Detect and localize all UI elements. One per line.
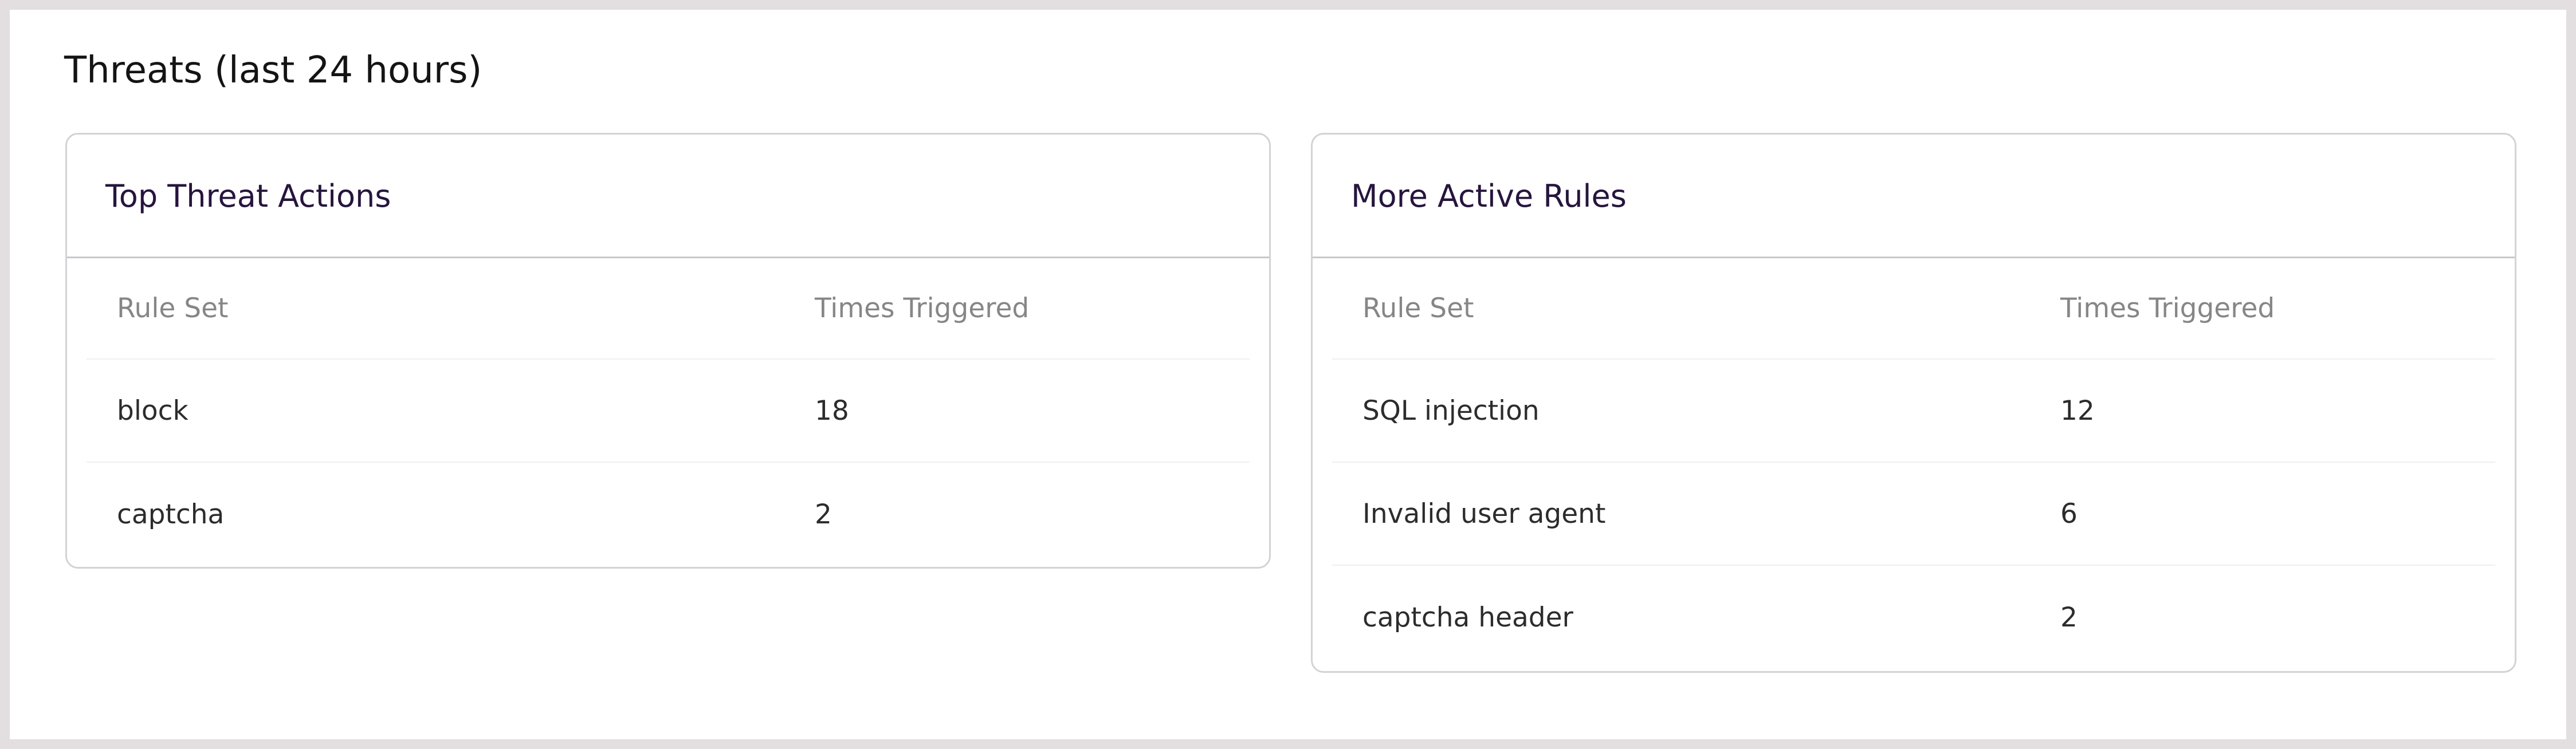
- times-triggered-cell: 2: [815, 498, 832, 530]
- times-triggered-cell: 12: [2060, 395, 2095, 427]
- rule-set-cell: block: [117, 395, 189, 427]
- rule-set-cell: captcha: [117, 498, 225, 530]
- times-triggered-cell: 18: [815, 395, 849, 427]
- table-row: block 18: [87, 360, 1250, 463]
- table-row: SQL injection 12: [1332, 360, 2495, 463]
- rule-set-cell: Invalid user agent: [1362, 498, 1606, 530]
- threats-panel: Threats (last 24 hours) Top Threat Actio…: [10, 10, 2566, 739]
- times-triggered-cell: 6: [2060, 498, 2078, 530]
- column-header-rule-set: Rule Set: [117, 293, 229, 324]
- table-row: captcha header 2: [1332, 566, 2495, 669]
- more-active-rules-table: Rule Set Times Triggered SQL injection 1…: [1332, 258, 2495, 669]
- rule-set-cell: captcha header: [1362, 601, 1573, 633]
- card-header: Top Threat Actions: [67, 135, 1269, 258]
- column-header-times-triggered: Times Triggered: [2060, 293, 2275, 324]
- table-row: captcha 2: [87, 463, 1250, 566]
- top-threat-actions-table: Rule Set Times Triggered block 18 captch…: [87, 258, 1250, 566]
- column-header-rule-set: Rule Set: [1362, 293, 1474, 324]
- table-header-row: Rule Set Times Triggered: [1332, 258, 2495, 360]
- more-active-rules-card: More Active Rules Rule Set Times Trigger…: [1311, 133, 2516, 673]
- top-threat-actions-title: Top Threat Actions: [105, 178, 391, 214]
- rule-set-cell: SQL injection: [1362, 395, 1540, 427]
- column-header-times-triggered: Times Triggered: [815, 293, 1030, 324]
- times-triggered-cell: 2: [2060, 601, 2078, 633]
- more-active-rules-title: More Active Rules: [1351, 178, 1627, 214]
- card-header: More Active Rules: [1313, 135, 2515, 258]
- top-threat-actions-card: Top Threat Actions Rule Set Times Trigge…: [65, 133, 1271, 569]
- table-header-row: Rule Set Times Triggered: [87, 258, 1250, 360]
- table-row: Invalid user agent 6: [1332, 463, 2495, 566]
- page-title: Threats (last 24 hours): [64, 49, 482, 92]
